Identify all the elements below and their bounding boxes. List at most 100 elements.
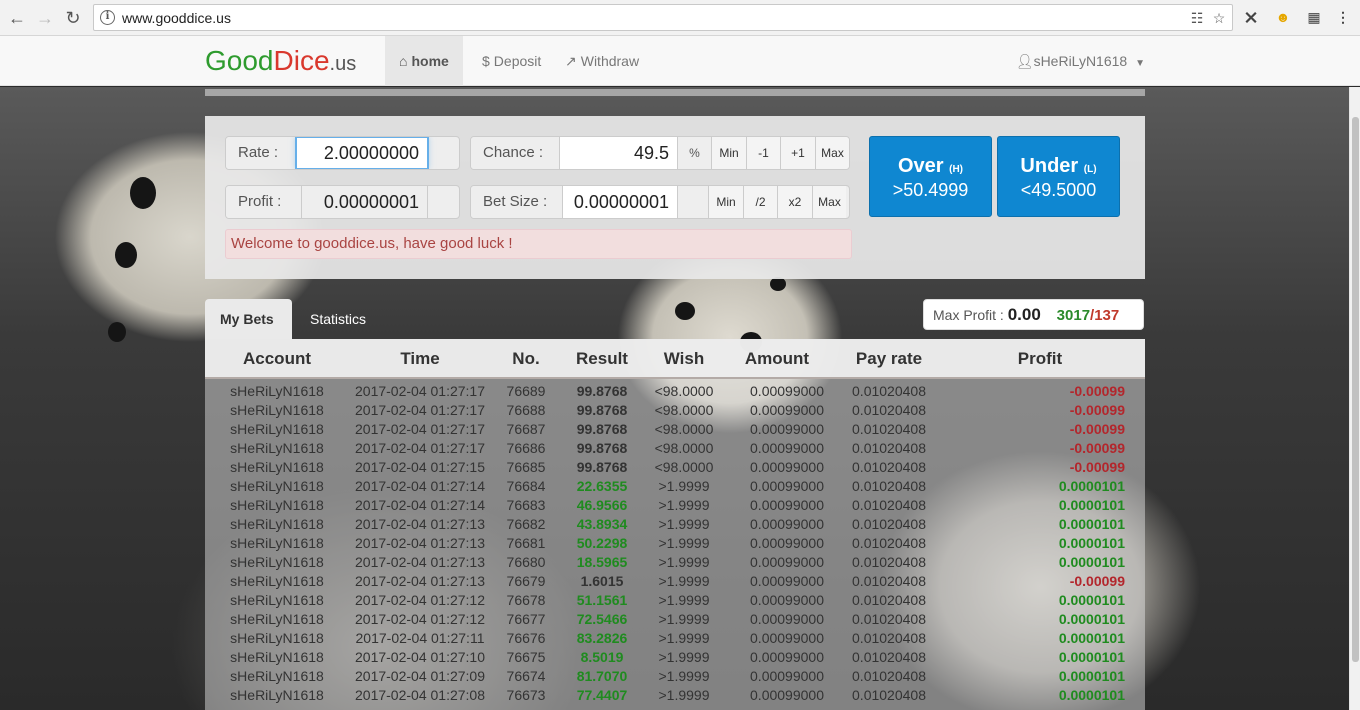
- user-menu[interactable]: 👤︎sHeRiLyN1618 ▼: [1016, 36, 1145, 86]
- chance-unit: %: [677, 137, 711, 169]
- cell-amount: 0.00099000: [750, 668, 824, 684]
- over-button[interactable]: Over (H) >50.4999: [869, 136, 992, 217]
- cell-profit: -0.00099: [1069, 459, 1125, 475]
- betsize-half-button[interactable]: /2: [743, 186, 777, 218]
- cell-no: 76684: [506, 478, 546, 494]
- cell-time: 2017-02-04 01:27:13: [355, 573, 485, 589]
- cell-payrate: 0.01020408: [852, 611, 926, 627]
- betsize-max-button[interactable]: Max: [812, 186, 846, 218]
- cell-no: 76674: [506, 668, 546, 684]
- reload-icon[interactable]: ↻: [61, 6, 85, 30]
- cell-amount: 0.00099000: [750, 535, 824, 551]
- site-logo[interactable]: GoodDice.us: [205, 44, 356, 81]
- page-scrollbar[interactable]: [1349, 87, 1360, 710]
- col-time: Time: [400, 349, 440, 368]
- cell-account: sHeRiLyN1618: [230, 497, 324, 513]
- browser-toolbar: ← → ↻ i www.gooddice.us ☷ ☆ ⨯ ☻ ▦ ⋮: [0, 0, 1360, 36]
- table-row: sHeRiLyN1618 2017-02-04 01:27:14 76683 46.9…: [205, 496, 1145, 515]
- col-amount: Amount: [744, 349, 810, 368]
- cell-wish: >1.9999: [658, 630, 710, 646]
- over-value: >50.4999: [892, 180, 969, 200]
- cell-profit: 0.0000101: [1058, 592, 1125, 608]
- cell-no: 76687: [506, 421, 546, 437]
- cell-profit: 0.0000101: [1058, 478, 1125, 494]
- tab-my-bets[interactable]: My Bets: [205, 299, 292, 339]
- cell-wish: <98.0000: [654, 459, 714, 475]
- cell-no: 76673: [506, 687, 546, 703]
- table-row: sHeRiLyN1618 2017-02-04 01:27:09 76674 81.7…: [205, 667, 1145, 686]
- cell-account: sHeRiLyN1618: [230, 402, 324, 418]
- cell-amount: 0.00099000: [750, 611, 824, 627]
- betsize-input[interactable]: [563, 186, 677, 218]
- cell-account: sHeRiLyN1618: [230, 535, 324, 551]
- cell-payrate: 0.01020408: [852, 554, 926, 570]
- cell-no: 76680: [506, 554, 546, 570]
- cell-account: sHeRiLyN1618: [230, 554, 324, 570]
- user-name: sHeRiLyN1618: [1033, 53, 1128, 69]
- cell-account: sHeRiLyN1618: [230, 459, 324, 475]
- cell-time: 2017-02-04 01:27:11: [355, 630, 485, 646]
- cell-account: sHeRiLyN1618: [230, 649, 324, 665]
- address-bar[interactable]: i www.gooddice.us ☷ ☆: [93, 4, 1233, 31]
- cell-amount: 0.00099000: [750, 630, 824, 646]
- nav-deposit[interactable]: $ Deposit: [468, 36, 555, 86]
- cell-payrate: 0.01020408: [852, 402, 926, 418]
- chance-max-button[interactable]: Max: [815, 137, 849, 169]
- cell-result: 99.8768: [576, 421, 628, 437]
- tab-statistics[interactable]: Statistics: [295, 299, 381, 339]
- betsize-min-button[interactable]: Min: [708, 186, 743, 218]
- nav-withdraw[interactable]: ↗ Withdraw: [551, 36, 653, 86]
- caret-down-icon: ▼: [1135, 58, 1145, 69]
- cell-account: sHeRiLyN1618: [230, 668, 324, 684]
- forward-arrow-icon[interactable]: →: [33, 6, 57, 30]
- rate-input[interactable]: [296, 137, 428, 169]
- logo-good: Good: [205, 45, 274, 76]
- betsize-double-button[interactable]: x2: [777, 186, 812, 218]
- address-bar-url[interactable]: www.gooddice.us: [122, 10, 231, 26]
- cell-time: 2017-02-04 01:27:10: [355, 649, 485, 665]
- max-profit-box: Max Profit : 0.00 3017/137: [923, 299, 1144, 330]
- win-count: 3017: [1056, 307, 1091, 324]
- cell-account: sHeRiLyN1618: [230, 687, 324, 703]
- cell-account: sHeRiLyN1618: [230, 516, 324, 532]
- cell-result: 22.6355: [576, 478, 628, 494]
- menu-kebab-icon[interactable]: ⋮: [1333, 7, 1353, 27]
- cell-amount: 0.00099000: [750, 516, 824, 532]
- cell-wish: >1.9999: [658, 478, 710, 494]
- chance-plus-one-button[interactable]: +1: [780, 137, 815, 169]
- cell-account: sHeRiLyN1618: [230, 478, 324, 494]
- cell-result: 43.8934: [576, 516, 628, 532]
- cell-no: 76675: [506, 649, 546, 665]
- cell-no: 76689: [506, 383, 546, 399]
- logo-dice: Dice: [273, 45, 330, 76]
- qr-extension-icon[interactable]: ▦: [1304, 7, 1324, 27]
- cell-account: sHeRiLyN1618: [230, 592, 324, 608]
- scrollbar-thumb[interactable]: [1352, 117, 1359, 662]
- nav-deposit-label: Deposit: [493, 53, 542, 69]
- nav-home[interactable]: ⌂ home: [385, 36, 463, 86]
- cell-payrate: 0.01020408: [852, 573, 926, 589]
- chance-input[interactable]: [560, 137, 677, 169]
- cell-wish: >1.9999: [658, 554, 710, 570]
- emoji-extension-icon[interactable]: ☻: [1273, 7, 1293, 27]
- cell-payrate: 0.01020408: [852, 668, 926, 684]
- under-button[interactable]: Under (L) <49.5000: [997, 136, 1120, 217]
- chance-min-button[interactable]: Min: [711, 137, 746, 169]
- bookmark-star-icon[interactable]: ☆: [1210, 9, 1228, 27]
- cell-wish: <98.0000: [654, 440, 714, 456]
- info-icon[interactable]: i: [100, 10, 115, 25]
- cell-time: 2017-02-04 01:27:09: [355, 668, 485, 684]
- x-extension-icon[interactable]: ⨯: [1241, 7, 1261, 27]
- chance-minus-one-button[interactable]: -1: [746, 137, 780, 169]
- cell-profit: 0.0000101: [1058, 497, 1125, 513]
- cell-wish: >1.9999: [658, 573, 710, 589]
- translate-icon[interactable]: ☷: [1188, 9, 1206, 27]
- cell-time: 2017-02-04 01:27:12: [355, 592, 485, 608]
- cell-payrate: 0.01020408: [852, 630, 926, 646]
- col-no: No.: [512, 349, 540, 368]
- table-row: sHeRiLyN1618 2017-02-04 01:27:13 76681 50.2…: [205, 534, 1145, 553]
- back-arrow-icon[interactable]: ←: [5, 6, 29, 30]
- table-row: sHeRiLyN1618 2017-02-04 01:27:17 76689 99.8…: [205, 382, 1145, 401]
- cell-result: 46.9566: [576, 497, 628, 513]
- table-row: sHeRiLyN1618 2017-02-04 01:27:12 76678 51.1…: [205, 591, 1145, 610]
